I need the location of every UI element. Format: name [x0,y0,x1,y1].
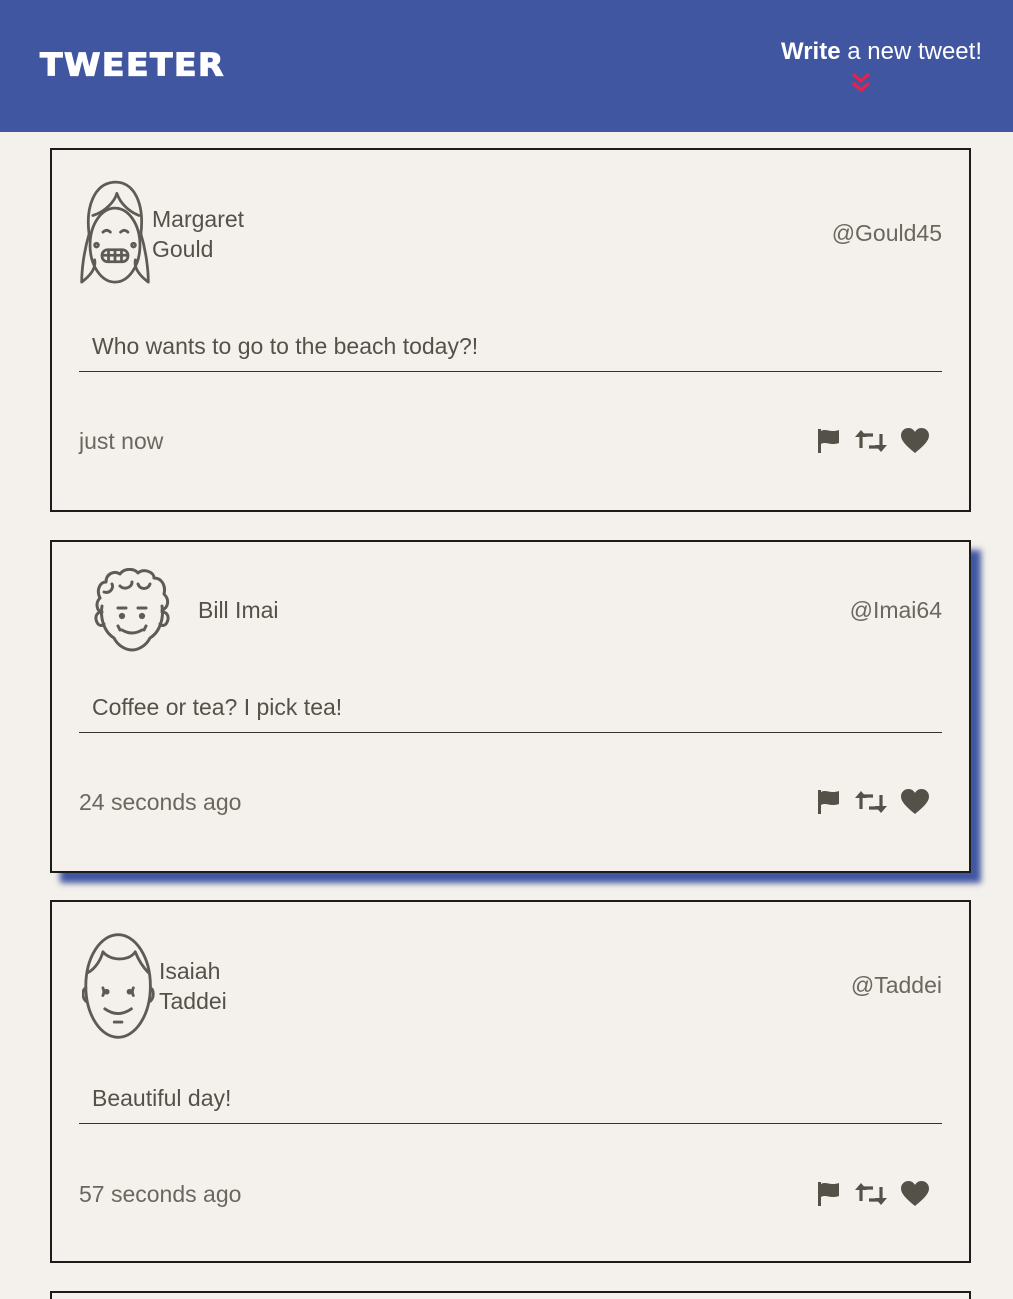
tweet-timestamp: 57 seconds ago [79,1181,242,1207]
tweet-card: Isaiah Taddei @Taddei Beautiful day! 57 … [50,900,971,1263]
bald-man-avatar-icon [82,933,155,1039]
tweet-actions [815,428,935,458]
compose-label-strong: Write [781,38,841,65]
flag-icon[interactable] [815,1181,841,1207]
tweet-content: Beautiful day! [79,1076,942,1124]
user-handle: @Taddei [850,972,942,998]
user-name: Bill Imai [198,597,279,623]
heart-icon[interactable] [901,1181,929,1207]
user-handle: @Imai64 [849,597,942,623]
flag-icon[interactable] [815,428,841,454]
heart-icon[interactable] [901,428,929,454]
heart-icon[interactable] [901,789,929,815]
navbar: TWEETER Write a new tweet! [0,0,1013,132]
tweet-content: Coffee or tea? I pick tea! [79,685,942,733]
tweet-card [50,1291,971,1299]
user-handle: @Gould45 [831,220,942,246]
compose-toggle[interactable]: Write a new tweet! [762,38,982,98]
tweet-actions [815,1181,935,1211]
retweet-icon[interactable] [855,1181,887,1207]
tweet-content: Who wants to go to the beach today?! [79,324,942,372]
girl-avatar-icon [80,180,150,284]
tweet-card: Bill Imai @Imai64 Coffee or tea? I pick … [50,540,971,873]
user-name: Margaret Gould [152,206,245,262]
brand-logo[interactable]: TWEETER [39,48,225,80]
tweet-card: Margaret Gould @Gould45 Who wants to go … [50,148,971,512]
flag-icon[interactable] [815,789,841,815]
double-chevron-down-icon[interactable] [850,72,872,94]
user-name: Isaiah Taddei [159,958,227,1014]
curly-hair-avatar-icon [94,568,170,652]
retweet-icon[interactable] [855,428,887,454]
retweet-icon[interactable] [855,789,887,815]
tweet-actions [815,789,935,819]
compose-label-rest: a new tweet! [840,38,982,65]
tweet-timestamp: 24 seconds ago [79,789,242,815]
tweet-timestamp: just now [79,428,164,454]
